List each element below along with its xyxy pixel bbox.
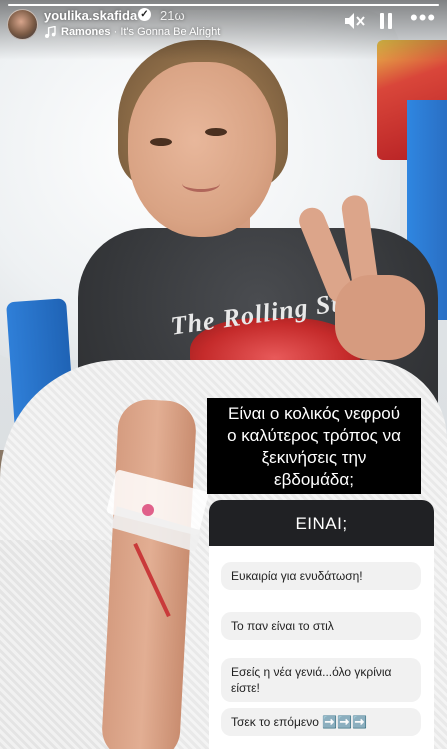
story-progress-fill — [8, 4, 439, 6]
question-line: εβδομάδα; — [274, 470, 354, 489]
pause-icon[interactable] — [377, 11, 395, 31]
quiz-answers-panel: ΕΙΝΑΙ; Ευκαιρία για ενυδάτωση! Το παν εί… — [209, 500, 434, 749]
music-attribution[interactable]: Ramones · It's Gonna Be Alright — [61, 26, 220, 38]
question-line: ξεκινήσεις την — [261, 448, 367, 467]
question-line: Είναι ο κολικός νεφρού — [227, 404, 400, 423]
question-line: ο καλύτερος τρόπος να — [227, 426, 401, 445]
story-progress-bar — [8, 4, 439, 6]
answer-option-3[interactable]: Εσείς η νέα γενιά...όλο γκρίνια είστε! — [221, 658, 421, 702]
speaker-muted-icon[interactable] — [343, 11, 365, 31]
music-note-icon — [45, 26, 56, 38]
verified-badge-icon: ✓ — [138, 8, 151, 21]
answer-option-1[interactable]: Ευκαιρία για ενυδάτωση! — [221, 562, 421, 590]
music-song: It's Gonna Be Alright — [120, 26, 221, 38]
post-time: 21ω — [160, 8, 185, 23]
answer-option-2[interactable]: Το παν είναι το στιλ — [221, 612, 421, 640]
iv-cannula-port — [142, 504, 154, 516]
smile — [182, 175, 220, 192]
more-options-icon[interactable]: ••• — [410, 7, 438, 29]
left-eye — [150, 138, 172, 146]
face — [128, 62, 276, 237]
avatar[interactable] — [7, 9, 38, 40]
username[interactable]: youlika.skafida — [44, 8, 137, 23]
right-eye — [205, 128, 227, 136]
music-artist: Ramones — [61, 26, 111, 38]
answer-option-4[interactable]: Τσεκ το επόμενο ➡️➡️➡️ — [221, 708, 421, 736]
answers-header: ΕΙΝΑΙ; — [209, 500, 434, 546]
question-sticker: Είναι ο κολικός νεφρού ο καλύτερος τρόπο… — [207, 398, 421, 494]
music-separator: · — [110, 26, 121, 38]
palm — [335, 275, 425, 360]
peace-sign-hand — [295, 193, 425, 365]
